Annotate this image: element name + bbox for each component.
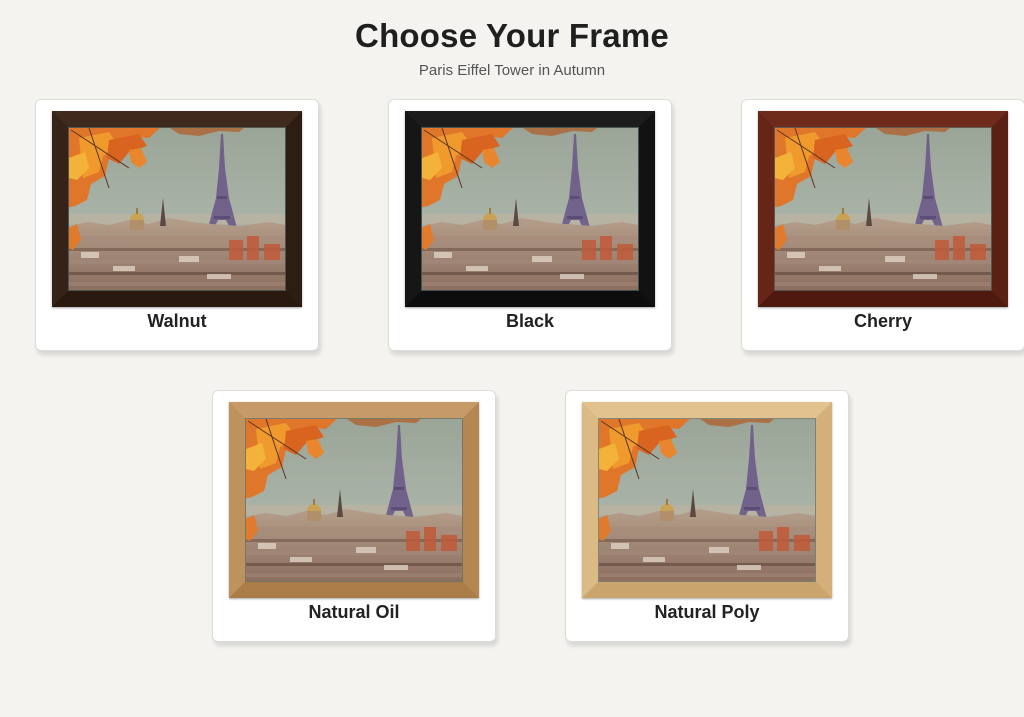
frame-preview [405, 111, 655, 307]
frame-label: Walnut [147, 311, 207, 331]
frame-label: Natural Oil [308, 602, 400, 622]
frame-option-cherry[interactable]: Cherry [741, 99, 1024, 351]
artwork-image [421, 127, 639, 291]
page-title: Choose Your Frame [355, 17, 669, 54]
frame-option-natural-oil[interactable]: Natural Oil [212, 390, 496, 642]
frame-label: Cherry [853, 311, 913, 331]
frame-option-black[interactable]: Black [388, 99, 672, 351]
frame-preview [229, 402, 479, 598]
artwork-image [774, 127, 992, 291]
frame-preview [52, 111, 302, 307]
frame-option-walnut[interactable]: Walnut [35, 99, 319, 351]
frame-option-natural-poly[interactable]: Natural Poly [565, 390, 849, 642]
artwork-image [68, 127, 286, 291]
page-subtitle: Paris Eiffel Tower in Autumn [418, 62, 606, 79]
frame-label: Natural Poly [654, 602, 760, 622]
frame-preview [582, 402, 832, 598]
frame-preview [758, 111, 1008, 307]
artwork-image [598, 418, 816, 582]
artwork-image [245, 418, 463, 582]
frame-label: Black [505, 311, 555, 331]
